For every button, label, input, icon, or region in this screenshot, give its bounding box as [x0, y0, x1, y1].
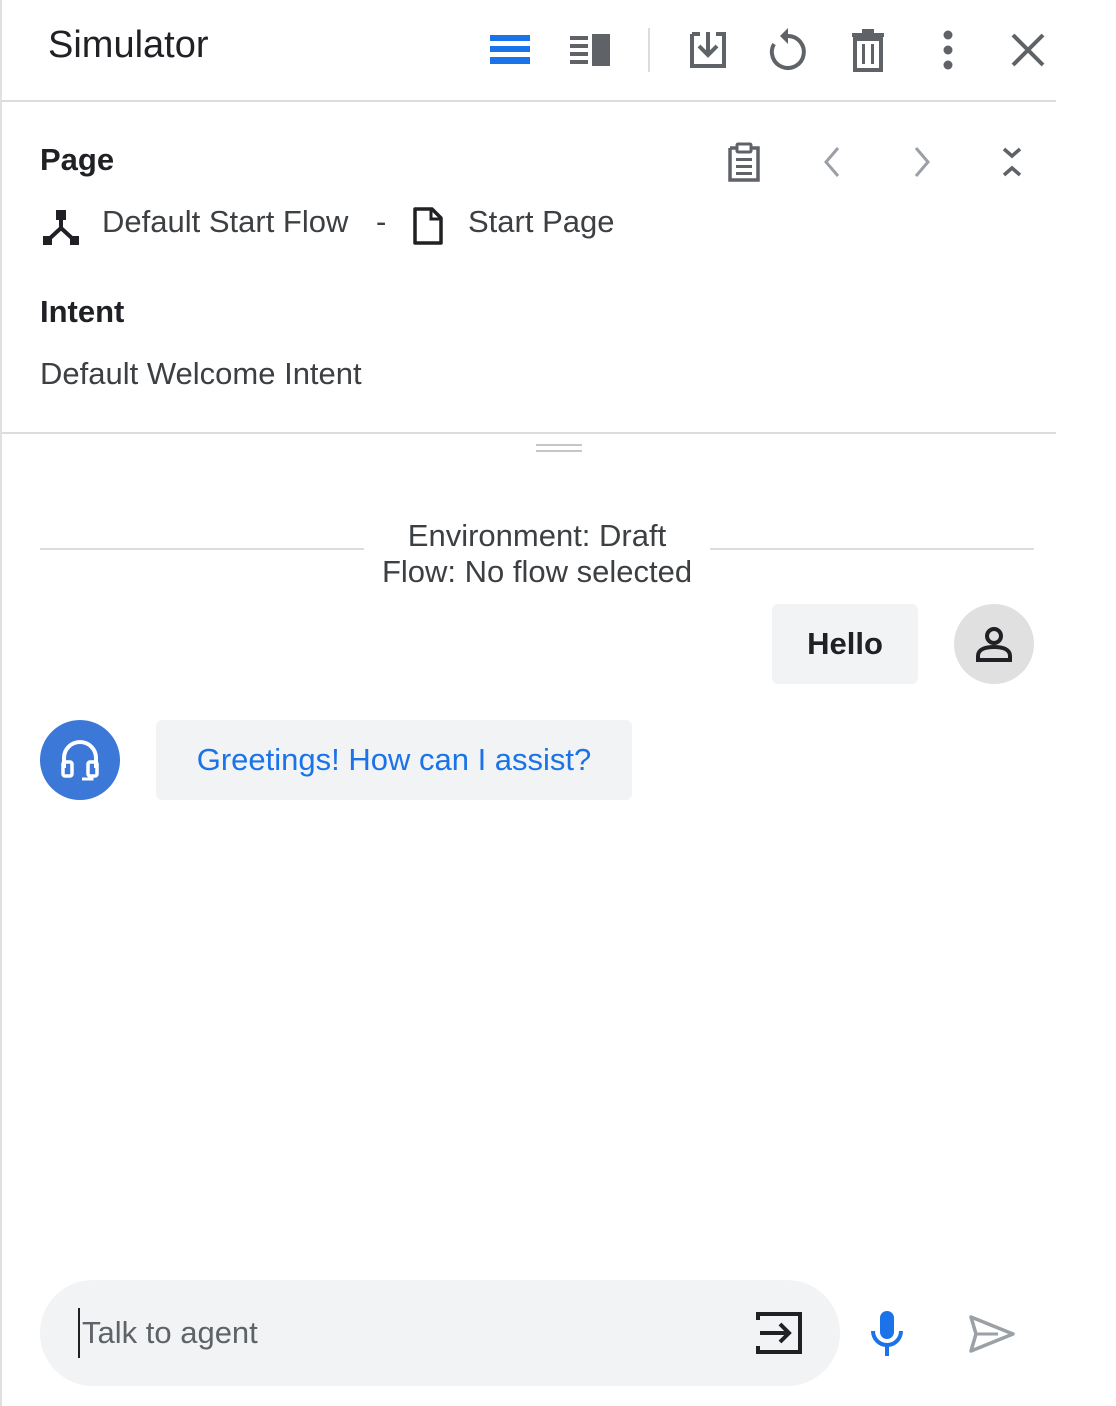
talk-to-agent-input[interactable]: [78, 1308, 742, 1358]
environment-divider-left: [40, 548, 364, 550]
reset-icon: [769, 28, 806, 70]
simulator-header: Simulator: [2, 0, 1056, 102]
send-icon: [969, 1315, 1015, 1353]
microphone-button[interactable]: [862, 1306, 912, 1362]
breadcrumb-separator: -: [376, 204, 387, 239]
download-button[interactable]: [684, 26, 732, 74]
environment-info: Environment: Draft Flow: No flow selecte…: [364, 518, 710, 590]
send-button[interactable]: [966, 1310, 1018, 1358]
environment-divider-right: [710, 548, 1034, 550]
chevron-left-icon: [824, 147, 840, 177]
microphone-icon: [871, 1311, 903, 1356]
exit-to-app-icon: [756, 1312, 802, 1354]
intent-value: Default Welcome Intent: [40, 356, 362, 391]
user-message-bubble: Hello: [772, 604, 918, 684]
page-name[interactable]: Start Page: [468, 204, 614, 240]
simulator-title: Simulator: [48, 24, 209, 66]
delete-button[interactable]: [844, 26, 892, 74]
chevron-right-icon: [914, 147, 930, 177]
page-label: Page: [40, 142, 115, 177]
view-split-button[interactable]: [566, 26, 614, 74]
view-stacked-button[interactable]: [486, 26, 534, 74]
download-icon: [690, 32, 726, 68]
resize-handle[interactable]: [536, 444, 582, 454]
intent-label: Intent: [40, 294, 125, 329]
view-stacked-icon: [490, 35, 530, 64]
copy-details-button[interactable]: [722, 140, 766, 184]
more-options-button[interactable]: [924, 26, 972, 74]
close-icon: [1011, 33, 1045, 67]
end-session-button[interactable]: [754, 1310, 804, 1356]
close-button[interactable]: [1004, 26, 1052, 74]
delete-icon: [852, 29, 884, 72]
view-split-icon: [570, 34, 610, 66]
next-turn-button[interactable]: [900, 140, 944, 184]
user-avatar: [954, 604, 1034, 684]
page-icon: [413, 207, 443, 245]
previous-turn-button[interactable]: [810, 140, 854, 184]
simulator-panel: Simulator Page Default Start Flow - Star…: [0, 0, 1056, 1406]
more-vert-icon: [943, 30, 953, 70]
flow-name[interactable]: Default Start Flow: [102, 204, 348, 240]
flow-icon: [43, 210, 79, 245]
reset-button[interactable]: [764, 26, 812, 74]
header-divider: [648, 28, 650, 72]
agent-message-bubble: Greetings! How can I assist?: [156, 720, 632, 800]
agent-avatar: [40, 720, 120, 800]
chat-input-bar: [40, 1280, 840, 1386]
collapse-icon: [1002, 147, 1022, 177]
clipboard-icon: [728, 142, 760, 182]
flow-status-label: Flow: No flow selected: [381, 554, 693, 589]
headset-icon: [61, 740, 99, 781]
match-info-section: Page Default Start Flow - Start Page Int…: [2, 102, 1056, 434]
collapse-button[interactable]: [990, 140, 1034, 184]
person-icon: [976, 627, 1012, 662]
environment-label: Environment: Draft: [407, 518, 667, 553]
